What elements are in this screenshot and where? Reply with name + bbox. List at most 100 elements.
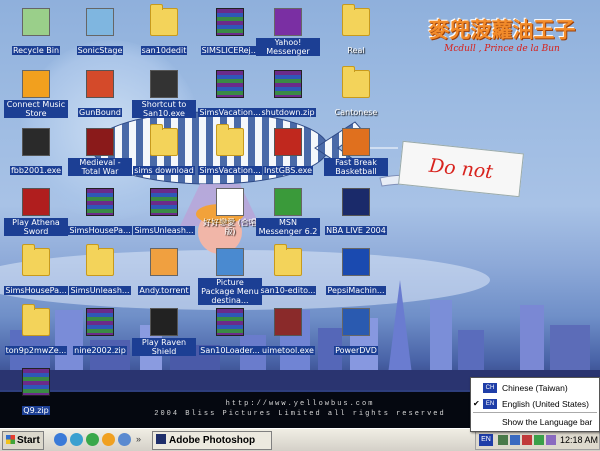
application-icon xyxy=(342,248,370,276)
desktop-icon[interactable]: Andy.torrent xyxy=(132,244,196,300)
desktop-icon[interactable]: InstGBS.exe xyxy=(256,124,320,180)
desktop-icon-label: Andy.torrent xyxy=(138,286,190,295)
menu-item-label: Chinese (Taiwan) xyxy=(502,383,568,393)
folder-icon xyxy=(342,4,370,36)
quicklaunch-explorer-icon[interactable] xyxy=(118,433,131,446)
desktop-icon[interactable]: ton9p2mwZe... xyxy=(4,304,68,360)
application-icon xyxy=(86,128,114,156)
desktop-icon-label: SimsVacation... xyxy=(198,108,262,117)
desktop-icon[interactable]: SimsUnleash... xyxy=(68,244,132,300)
desktop-icon[interactable]: Play Raven Shield xyxy=(132,304,196,360)
desktop-icon[interactable]: GunBound xyxy=(68,66,132,122)
quicklaunch-ie-icon[interactable] xyxy=(54,433,67,446)
desktop-icon[interactable]: Yahoo! Messenger xyxy=(256,4,320,60)
winrar-archive-icon xyxy=(86,188,114,216)
tray-shield-icon[interactable] xyxy=(522,435,532,445)
desktop-icon[interactable]: PepsiMachin... xyxy=(324,244,388,300)
desktop-icon[interactable]: Cantonese xyxy=(324,66,388,122)
desktop-icon-label: Shortcut to San10.exe xyxy=(132,100,196,118)
start-label: Start xyxy=(17,435,40,446)
clock[interactable]: 12:18 AM xyxy=(560,432,598,449)
desktop-icon-label: Connect Music Store xyxy=(4,100,68,118)
desktop-icon[interactable]: SimsVacation... xyxy=(198,124,262,180)
application-icon xyxy=(22,188,50,216)
application-icon xyxy=(22,128,50,156)
desktop[interactable]: 麥兜菠蘿油王子 Mcdull , Prince de la Bun Do not… xyxy=(0,0,600,428)
desktop-icon[interactable]: Connect Music Store xyxy=(4,66,68,122)
start-button[interactable]: Start xyxy=(2,431,44,450)
winrar-archive-icon xyxy=(86,308,114,336)
folder-icon xyxy=(150,4,178,36)
desktop-icon-label: uimetool.exe xyxy=(261,346,315,355)
badge-en: EN xyxy=(483,399,497,409)
desktop-icon[interactable]: SonicStage xyxy=(68,4,132,60)
application-icon xyxy=(216,188,244,216)
desktop-icon-label: sims download xyxy=(133,166,195,175)
menu-item-english-us[interactable]: ✔ EN English (United States) xyxy=(471,396,599,412)
desktop-icon[interactable]: nine2002.zip xyxy=(68,304,132,360)
check-icon: ✔ xyxy=(473,399,480,408)
tray-volume-icon[interactable] xyxy=(510,435,520,445)
folder-icon xyxy=(216,124,244,156)
menu-item-chinese-taiwan[interactable]: CH Chinese (Taiwan) xyxy=(471,380,599,396)
desktop-icon[interactable]: shutdown.zip xyxy=(256,66,320,122)
winrar-archive-icon xyxy=(216,8,244,36)
desktop-icon-label: SonicStage xyxy=(76,46,124,55)
desktop-icon[interactable]: uimetool.exe xyxy=(256,304,320,360)
desktop-icon-label: SimsHousePa... xyxy=(4,286,68,295)
application-icon xyxy=(342,188,370,216)
desktop-icon[interactable]: Medieval - Total War xyxy=(68,124,132,180)
desktop-icon[interactable]: NBA LIVE 2004 xyxy=(324,184,388,240)
desktop-icon[interactable]: Recycle Bin xyxy=(4,4,68,60)
desktop-icon-label: shutdown.zip xyxy=(260,108,316,117)
desktop-icon[interactable]: SimsHousePa... xyxy=(68,184,132,240)
folder-icon xyxy=(22,244,50,276)
desktop-icon[interactable]: SimsHousePa... xyxy=(4,244,68,300)
desktop-icon-label: san10dedit xyxy=(140,46,188,55)
language-indicator[interactable]: EN xyxy=(479,434,493,446)
desktop-icon[interactable]: 好好戀愛 (合唱版) xyxy=(198,184,262,240)
quicklaunch-messenger-icon[interactable] xyxy=(102,433,115,446)
desktop-icon-label: Play Athena Sword xyxy=(4,218,68,236)
desktop-icon[interactable]: Shortcut to San10.exe xyxy=(132,66,196,122)
tray-app-icon[interactable] xyxy=(546,435,556,445)
windows-logo-icon xyxy=(6,435,15,444)
desktop-icon-label: InstGBS.exe xyxy=(262,166,314,175)
desktop-icon[interactable]: Play Athena Sword xyxy=(4,184,68,240)
desktop-icon[interactable]: Fast Break Basketball xyxy=(324,124,388,180)
desktop-icon[interactable]: san10dedit xyxy=(132,4,196,60)
desktop-icon[interactable]: san10-edito... xyxy=(256,244,320,300)
desktop-icon-label: PowerDVD xyxy=(334,346,378,355)
quicklaunch-media-icon[interactable] xyxy=(86,433,99,446)
tray-network-icon[interactable] xyxy=(498,435,508,445)
banner-text: Do not xyxy=(428,154,494,184)
desktop-icon-label: Play Raven Shield xyxy=(132,338,196,356)
desktop-icon[interactable]: SimsVacation... xyxy=(198,66,262,122)
desktop-icon-label: nine2002.zip xyxy=(73,346,127,355)
menu-item-label: English (United States) xyxy=(502,399,589,409)
quicklaunch-chevron-icon[interactable]: » xyxy=(136,433,144,446)
desktop-icon[interactable]: fbb2001.exe xyxy=(4,124,68,180)
desktop-icon-label: PepsiMachin... xyxy=(326,286,386,295)
taskbar-button-photoshop[interactable]: Adobe Photoshop xyxy=(152,431,272,450)
application-icon xyxy=(342,128,370,156)
desktop-icon-label: Recycle Bin xyxy=(11,46,61,55)
desktop-icon[interactable]: PowerDVD xyxy=(324,304,388,360)
desktop-icon[interactable]: San10Loader... xyxy=(198,304,262,360)
desktop-icon-label: san10-edito... xyxy=(259,286,317,295)
menu-item-show-language-bar[interactable]: Show the Language bar xyxy=(471,414,599,430)
desktop-icon[interactable]: sims download xyxy=(132,124,196,180)
application-icon xyxy=(216,248,244,276)
desktop-icon[interactable]: Picture Package Menu destina... xyxy=(198,244,262,305)
desktop-icon[interactable]: SIMSLICERej... xyxy=(198,4,262,60)
application-icon xyxy=(274,188,302,216)
desktop-icon[interactable]: MSN Messenger 6.2 xyxy=(256,184,320,240)
folder-icon xyxy=(274,244,302,276)
desktop-icon[interactable]: Real xyxy=(324,4,388,60)
wallpaper-logo: 麥兜菠蘿油王子 Mcdull , Prince de la Bun xyxy=(412,14,592,64)
desktop-icon[interactable]: SimsUnleash... xyxy=(132,184,196,240)
winrar-archive-icon xyxy=(216,70,244,98)
desktop-icon[interactable]: Q9.zip xyxy=(4,364,68,420)
quicklaunch-desktop-icon[interactable] xyxy=(70,433,83,446)
tray-messenger-icon[interactable] xyxy=(534,435,544,445)
